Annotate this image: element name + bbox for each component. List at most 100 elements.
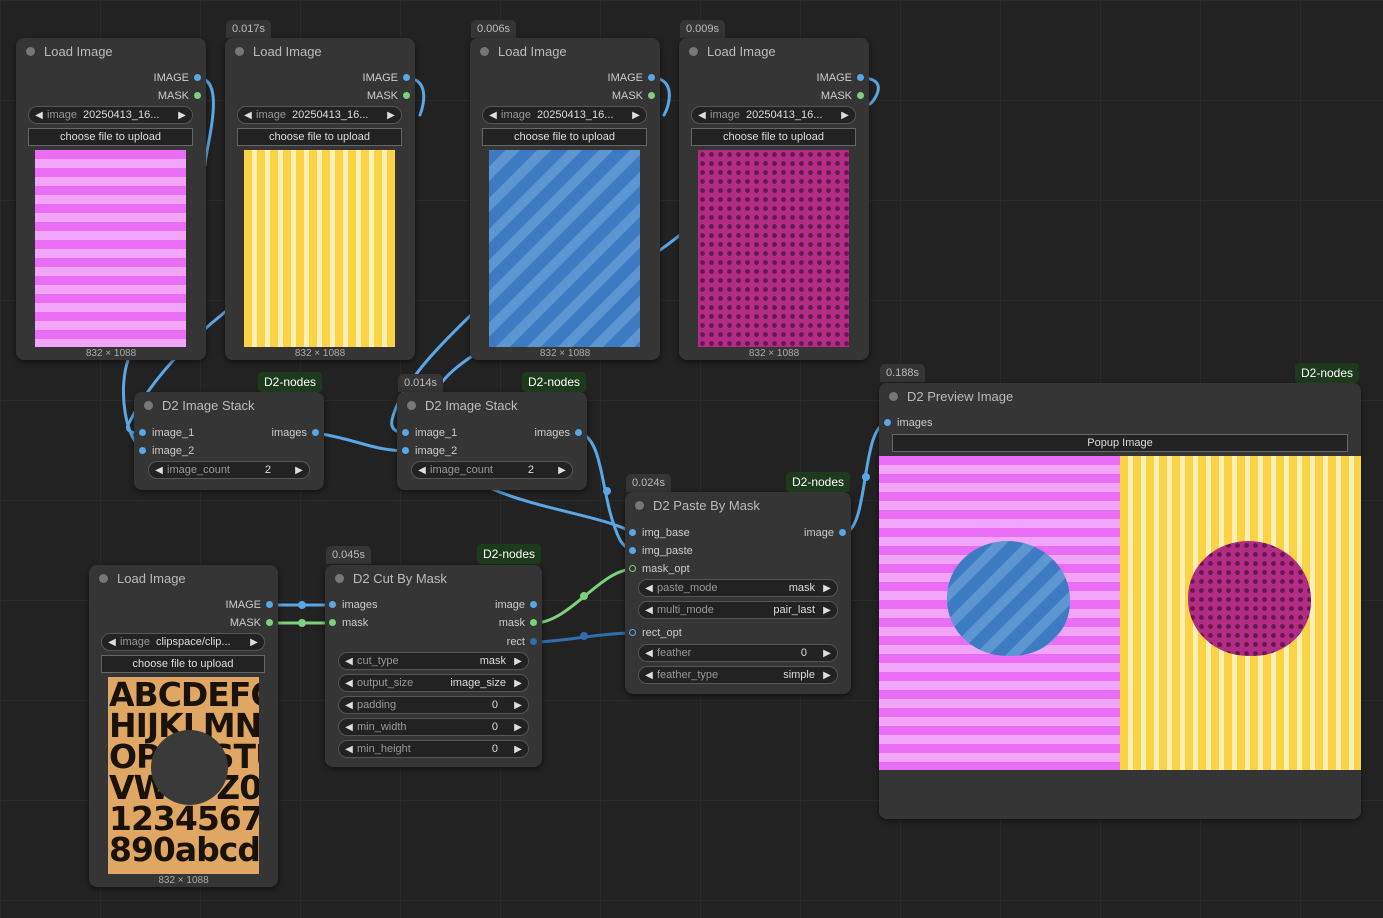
output-image-slot[interactable]: IMAGE: [226, 598, 273, 612]
output-dot-icon[interactable]: [266, 619, 273, 626]
input-dot-icon[interactable]: [329, 601, 336, 608]
output-mask-slot[interactable]: MASK: [612, 89, 655, 103]
collapse-dot-icon[interactable]: [26, 46, 35, 56]
load-image-node-3[interactable]: Load Image IMAGE MASK ◀ image 20250413_16.…: [470, 38, 660, 360]
left-arrow-icon[interactable]: ◀: [643, 670, 655, 681]
input-dot-icon[interactable]: [139, 447, 146, 454]
output-dot-icon[interactable]: [312, 429, 319, 436]
output-mask-slot[interactable]: MASK: [230, 616, 273, 630]
upload-button[interactable]: choose file to upload: [237, 128, 402, 146]
input-dot-icon[interactable]: [402, 447, 409, 454]
d2-paste-by-mask-node[interactable]: D2 Paste By Mask img_base img_paste mask…: [625, 492, 851, 694]
output-images-slot[interactable]: images: [535, 426, 582, 440]
collapse-dot-icon[interactable]: [480, 46, 489, 56]
collapse-dot-icon[interactable]: [144, 400, 153, 410]
right-arrow-icon[interactable]: ▶: [512, 722, 524, 733]
image-combo-widget[interactable]: ◀ image 20250413_16... ▶: [691, 106, 856, 124]
upload-button[interactable]: choose file to upload: [691, 128, 856, 146]
input-dot-icon[interactable]: [629, 547, 636, 554]
output-dot-icon[interactable]: [575, 429, 582, 436]
input-dot-icon[interactable]: [139, 429, 146, 436]
image-combo-widget[interactable]: ◀ image 20250413_16... ▶: [482, 106, 647, 124]
collapse-dot-icon[interactable]: [407, 400, 416, 410]
image-combo-widget[interactable]: ◀ image clipspace/clip... ▶: [101, 633, 265, 651]
feather-widget[interactable]: ◀ feather 0 ▶: [638, 644, 838, 662]
node-header[interactable]: Load Image: [16, 38, 206, 64]
d2-cut-by-mask-node[interactable]: D2 Cut By Mask images mask image mask re…: [325, 565, 542, 767]
load-image-node-5[interactable]: Load Image IMAGE MASK ◀ image clipspace/cl…: [89, 565, 278, 887]
optional-input-dot-icon[interactable]: [629, 565, 636, 572]
output-dot-icon[interactable]: [403, 74, 410, 81]
feather-type-widget[interactable]: ◀ feather_type simple ▶: [638, 666, 838, 684]
left-arrow-icon[interactable]: ◀: [153, 465, 165, 476]
d2-image-stack-node-2[interactable]: D2 Image Stack image_1 image_2 images ◀ i…: [397, 392, 587, 490]
collapse-dot-icon[interactable]: [689, 46, 698, 56]
left-arrow-icon[interactable]: ◀: [106, 637, 118, 648]
input-image-1-slot[interactable]: image_1: [402, 426, 457, 440]
input-dot-icon[interactable]: [402, 429, 409, 436]
node-header[interactable]: Load Image: [225, 38, 415, 64]
input-dot-icon[interactable]: [629, 529, 636, 536]
left-arrow-icon[interactable]: ◀: [643, 583, 655, 594]
input-rect-opt-slot[interactable]: rect_opt: [629, 626, 682, 640]
output-dot-icon[interactable]: [648, 92, 655, 99]
cut-type-widget[interactable]: ◀ cut_type mask ▶: [338, 652, 529, 670]
right-arrow-icon[interactable]: ▶: [512, 744, 524, 755]
node-header[interactable]: D2 Image Stack: [134, 392, 324, 418]
paste-mode-widget[interactable]: ◀ paste_mode mask ▶: [638, 579, 838, 597]
popup-image-button[interactable]: Popup Image: [892, 434, 1348, 452]
d2-image-stack-node-1[interactable]: D2 Image Stack image_1 image_2 images ◀ i…: [134, 392, 324, 490]
left-arrow-icon[interactable]: ◀: [643, 605, 655, 616]
right-arrow-icon[interactable]: ▶: [512, 678, 524, 689]
load-image-node-2[interactable]: Load Image IMAGE MASK ◀ image 20250413_16.…: [225, 38, 415, 360]
node-header[interactable]: Load Image: [679, 38, 869, 64]
left-arrow-icon[interactable]: ◀: [696, 110, 708, 121]
collapse-dot-icon[interactable]: [889, 391, 898, 401]
left-arrow-icon[interactable]: ◀: [242, 110, 254, 121]
left-arrow-icon[interactable]: ◀: [343, 744, 355, 755]
input-images-slot[interactable]: images: [884, 416, 932, 430]
output-dot-icon[interactable]: [530, 638, 537, 645]
right-arrow-icon[interactable]: ▶: [821, 648, 833, 659]
output-image-slot[interactable]: IMAGE: [154, 71, 201, 85]
left-arrow-icon[interactable]: ◀: [643, 648, 655, 659]
padding-widget[interactable]: ◀ padding 0 ▶: [338, 696, 529, 714]
right-arrow-icon[interactable]: ▶: [512, 700, 524, 711]
node-header[interactable]: D2 Cut By Mask: [325, 565, 542, 591]
output-image-slot[interactable]: image: [804, 526, 846, 540]
right-arrow-icon[interactable]: ▶: [176, 110, 188, 121]
output-dot-icon[interactable]: [857, 92, 864, 99]
left-arrow-icon[interactable]: ◀: [33, 110, 45, 121]
output-image-slot[interactable]: image: [495, 598, 537, 612]
right-arrow-icon[interactable]: ▶: [512, 656, 524, 667]
left-arrow-icon[interactable]: ◀: [343, 722, 355, 733]
output-dot-icon[interactable]: [194, 74, 201, 81]
node-header[interactable]: D2 Image Stack: [397, 392, 587, 418]
d2-preview-image-node[interactable]: D2 Preview Image images Popup Image: [879, 383, 1361, 819]
right-arrow-icon[interactable]: ▶: [556, 465, 568, 476]
output-dot-icon[interactable]: [530, 619, 537, 626]
image-combo-widget[interactable]: ◀ image 20250413_16... ▶: [237, 106, 402, 124]
left-arrow-icon[interactable]: ◀: [343, 656, 355, 667]
input-image-2-slot[interactable]: image_2: [402, 444, 457, 458]
right-arrow-icon[interactable]: ▶: [821, 583, 833, 594]
min-height-widget[interactable]: ◀ min_height 0 ▶: [338, 740, 529, 758]
input-dot-icon[interactable]: [884, 419, 891, 426]
right-arrow-icon[interactable]: ▶: [630, 110, 642, 121]
input-img-paste-slot[interactable]: img_paste: [629, 544, 693, 558]
output-mask-slot[interactable]: MASK: [821, 89, 864, 103]
right-arrow-icon[interactable]: ▶: [821, 670, 833, 681]
input-image-1-slot[interactable]: image_1: [139, 426, 194, 440]
output-mask-slot[interactable]: mask: [499, 616, 537, 630]
right-arrow-icon[interactable]: ▶: [821, 605, 833, 616]
load-image-node-1[interactable]: Load Image IMAGE MASK ◀ image 20250413_16.…: [16, 38, 206, 360]
output-dot-icon[interactable]: [403, 92, 410, 99]
output-dot-icon[interactable]: [194, 92, 201, 99]
node-header[interactable]: Load Image: [470, 38, 660, 64]
output-images-slot[interactable]: images: [272, 426, 319, 440]
preview-output[interactable]: [879, 456, 1361, 770]
output-dot-icon[interactable]: [266, 601, 273, 608]
right-arrow-icon[interactable]: ▶: [839, 110, 851, 121]
input-img-base-slot[interactable]: img_base: [629, 526, 690, 540]
output-dot-icon[interactable]: [857, 74, 864, 81]
